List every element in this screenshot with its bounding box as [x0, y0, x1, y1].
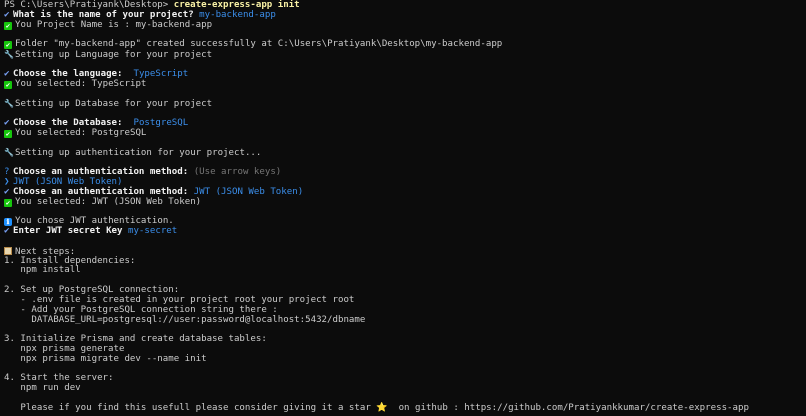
project-name-text: You Project Name is : my-backend-app: [15, 19, 213, 30]
prompt-path: PS C:\Users\Pratiyank\Desktop>: [4, 0, 174, 10]
success-check-icon: ✔: [4, 198, 12, 207]
question-label: Enter JWT secret Key: [13, 226, 123, 237]
next-step-line: npm run dev: [4, 383, 81, 394]
database-selected-text: You selected: PostgreSQL: [15, 127, 147, 138]
next-step-line: 4. Start the server:: [4, 373, 114, 384]
auth-selected-text: You selected: JWT (JSON Web Token): [15, 196, 202, 207]
language-selected-line: ✔ You selected: TypeScript: [4, 78, 806, 90]
success-check-icon: ✔: [4, 21, 12, 30]
question-secret: ✔ Enter JWT secret Key my-secret: [4, 226, 806, 237]
question-label: Choose the Database:: [13, 117, 128, 128]
wrench-icon: 🔧: [4, 99, 14, 109]
question-hint: (Use arrow keys): [193, 167, 282, 178]
next-step-line: [4, 365, 806, 375]
success-check-icon: ✔: [4, 129, 12, 138]
check-mark-icon: ✔: [4, 68, 10, 79]
question-label: Choose an authentication method:: [13, 167, 189, 178]
folder-created-text: Folder "my-backend-app" created successf…: [15, 39, 503, 50]
auth-option-label: JWT (JSON Web Token): [13, 176, 123, 187]
terminal-output: PS C:\Users\Pratiyank\Desktop> create-ex…: [0, 0, 806, 414]
success-check-icon: ✔: [4, 41, 12, 50]
question-answer: TypeScript: [133, 68, 189, 79]
question-label: What is the name of your project?: [13, 9, 194, 20]
setup-auth-line: 🔧Setting up authentication for your proj…: [4, 148, 806, 158]
next-steps-list: 1. Install dependencies: npm install 2. S…: [4, 255, 806, 404]
question-answer: PostgreSQL: [133, 117, 189, 128]
question-answer: my-secret: [127, 226, 178, 237]
chose-jwt-text: You chose JWT authentication.: [15, 216, 174, 227]
folder-created-line: ✔ Folder "my-backend-app" created success…: [4, 39, 806, 50]
next-step-line: npx prisma migrate dev --name init: [4, 353, 207, 364]
next-step-line: DATABASE_URL=postgresql://user:password@…: [4, 314, 366, 325]
success-check-icon: ✔: [4, 80, 12, 89]
next-step-line: 3. Initialize Prisma and create database…: [4, 334, 267, 345]
check-mark-icon: ✔: [4, 9, 10, 20]
check-mark-icon: ✔: [4, 117, 10, 128]
wrench-icon: 🔧: [4, 148, 14, 158]
database-selected-line: ✔ You selected: PostgreSQL: [4, 127, 806, 139]
project-name-line: ✔ You Project Name is : my-backend-app: [4, 19, 806, 31]
question-label: Choose an authentication method:: [13, 186, 189, 197]
question-answer: my-backend-app: [199, 9, 276, 20]
question-label: Choose the language:: [13, 68, 128, 79]
language-selected-text: You selected: TypeScript: [15, 78, 147, 89]
next-step-line: 1. Install dependencies:: [4, 255, 136, 266]
check-mark-icon: ✔: [4, 226, 10, 237]
next-step-line: npm install: [4, 265, 81, 276]
clipboard-icon: [4, 246, 12, 255]
setup-language-line: 🔧Setting up Language for your project: [4, 50, 806, 60]
info-icon: ℹ: [4, 218, 12, 227]
auth-selected-line: ✔ You selected: JWT (JSON Web Token): [4, 196, 806, 208]
question-answer: JWT (JSON Web Token): [193, 186, 304, 197]
setup-language-text: Setting up Language for your project: [15, 50, 213, 61]
question-auth-open: ? Choose an authentication method: (Use a…: [4, 167, 806, 178]
check-mark-icon: ✔: [4, 186, 10, 197]
setup-database-text: Setting up Database for your project: [15, 99, 213, 110]
wrench-icon: 🔧: [4, 50, 14, 60]
setup-auth-text: Setting up authentication for your proje…: [15, 148, 262, 159]
footer-line: Please if you find this usefull please c…: [4, 402, 749, 413]
prompt-command: create-express-app init: [173, 0, 300, 10]
setup-database-line: 🔧Setting up Database for your project: [4, 99, 806, 109]
